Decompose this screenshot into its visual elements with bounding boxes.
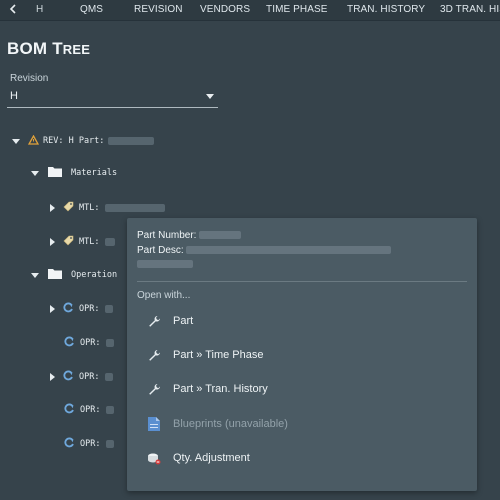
redacted-operation-number <box>106 406 115 414</box>
expand-toggle-icon[interactable] <box>12 138 20 144</box>
part-number-row: Part Number: <box>137 230 242 241</box>
expand-toggle-icon[interactable] <box>31 272 39 278</box>
wrench-icon <box>147 348 161 362</box>
folder-icon <box>48 268 62 282</box>
material-tag-icon <box>63 201 74 215</box>
mtl-label: MTL: <box>79 203 100 213</box>
page-title-rest: REE <box>62 42 91 57</box>
opr-label: OPR: <box>80 338 101 348</box>
materials-label: Materials <box>71 168 118 178</box>
tab-3d-tran-history[interactable]: 3D TRAN. HIS <box>440 4 500 15</box>
redacted-operation-number <box>106 440 115 448</box>
expand-toggle-icon[interactable] <box>50 373 55 381</box>
tab-revision[interactable]: REVISION <box>134 4 183 15</box>
revision-value: H <box>10 90 18 102</box>
menu-divider <box>137 281 467 282</box>
redacted-operation-number <box>105 373 114 381</box>
menu-item-part[interactable]: Part <box>147 311 193 331</box>
opr-label: OPR: <box>80 439 101 449</box>
operation-icon <box>64 437 75 451</box>
operation-icon <box>64 336 75 350</box>
tab-tran-history[interactable]: TRAN. HISTORY <box>347 4 425 15</box>
operation-icon <box>63 302 74 316</box>
revision-select[interactable]: H <box>7 88 218 108</box>
expand-toggle-icon[interactable] <box>50 204 55 212</box>
tree-node-root[interactable]: REV: H Part: <box>12 134 155 148</box>
redacted-operation-number <box>105 305 114 313</box>
opr-label: OPR: <box>80 405 101 415</box>
tree-node-opr[interactable]: OPR: <box>50 370 114 384</box>
menu-item-label: Part » Time Phase <box>173 349 264 361</box>
material-tag-icon <box>63 235 74 249</box>
tree-root-label: REV: H Part: <box>43 136 105 146</box>
page-title-first: BOM <box>7 39 48 58</box>
redacted-part-number <box>199 231 242 240</box>
qty-adjust-icon <box>147 451 161 465</box>
tab-back-label[interactable]: H <box>36 4 43 15</box>
redacted-part-desc <box>186 246 392 255</box>
tree-node-opr[interactable]: OPR: <box>59 336 115 350</box>
menu-item-part-time-phase[interactable]: Part » Time Phase <box>147 345 264 365</box>
tree-node-materials[interactable]: Materials <box>31 166 117 180</box>
top-tab-bar: H QMS REVISION VENDORS TIME PHASE TRAN. … <box>0 0 500 21</box>
expand-toggle-icon[interactable] <box>50 305 55 313</box>
tree-node-mtl[interactable]: MTL: <box>50 201 166 215</box>
part-desc-label: Part Desc: <box>137 245 184 256</box>
revision-label: Revision <box>10 73 49 84</box>
tree-node-operations[interactable]: Operation <box>31 268 117 282</box>
expand-toggle-icon[interactable] <box>31 170 39 176</box>
tree-node-opr[interactable]: OPR: <box>50 302 114 316</box>
page-title: BOM TREE <box>7 39 90 59</box>
part-desc-row: Part Desc: <box>137 245 392 256</box>
part-desc-row-2 <box>137 260 193 271</box>
folder-icon <box>48 166 62 180</box>
tree-node-mtl[interactable]: MTL: <box>50 235 116 249</box>
part-number-label: Part Number: <box>137 230 197 241</box>
warning-icon <box>27 134 40 148</box>
opr-label: OPR: <box>79 304 100 314</box>
redacted-part-desc <box>137 260 193 268</box>
tree-node-opr[interactable]: OPR: <box>59 437 115 451</box>
tab-time-phase[interactable]: TIME PHASE <box>266 4 328 15</box>
operation-icon <box>64 403 75 417</box>
back-icon[interactable] <box>6 2 20 16</box>
page-title-cap: T <box>52 39 63 58</box>
chevron-down-icon <box>206 94 214 99</box>
tab-qms[interactable]: QMS <box>80 4 103 15</box>
expand-toggle-icon[interactable] <box>50 238 55 246</box>
context-menu: Part Number: Part Desc: Open with... Par… <box>127 218 477 491</box>
redacted-material-number <box>105 238 116 246</box>
tree-node-opr[interactable]: OPR: <box>59 403 115 417</box>
open-with-label: Open with... <box>137 290 191 301</box>
redacted-operation-number <box>106 339 115 347</box>
redacted-part-number <box>108 137 155 145</box>
redacted-material-number <box>105 204 166 212</box>
menu-item-label: Qty. Adjustment <box>173 452 250 464</box>
wrench-icon <box>147 314 161 328</box>
operation-icon <box>63 370 74 384</box>
blueprint-icon <box>147 417 161 431</box>
menu-item-part-tran-history[interactable]: Part » Tran. History <box>147 379 268 399</box>
menu-item-label: Part <box>173 315 194 327</box>
menu-item-blueprints: Blueprints (unavailable) <box>147 414 288 434</box>
operations-label: Operation <box>71 270 118 280</box>
tab-vendors[interactable]: VENDORS <box>200 4 250 15</box>
wrench-icon <box>147 382 161 396</box>
menu-item-label: Part » Tran. History <box>173 383 268 395</box>
opr-label: OPR: <box>79 372 100 382</box>
mtl-label: MTL: <box>79 237 100 247</box>
menu-item-qty-adjustment[interactable]: Qty. Adjustment <box>147 448 250 468</box>
menu-item-label: Blueprints (unavailable) <box>173 418 288 430</box>
